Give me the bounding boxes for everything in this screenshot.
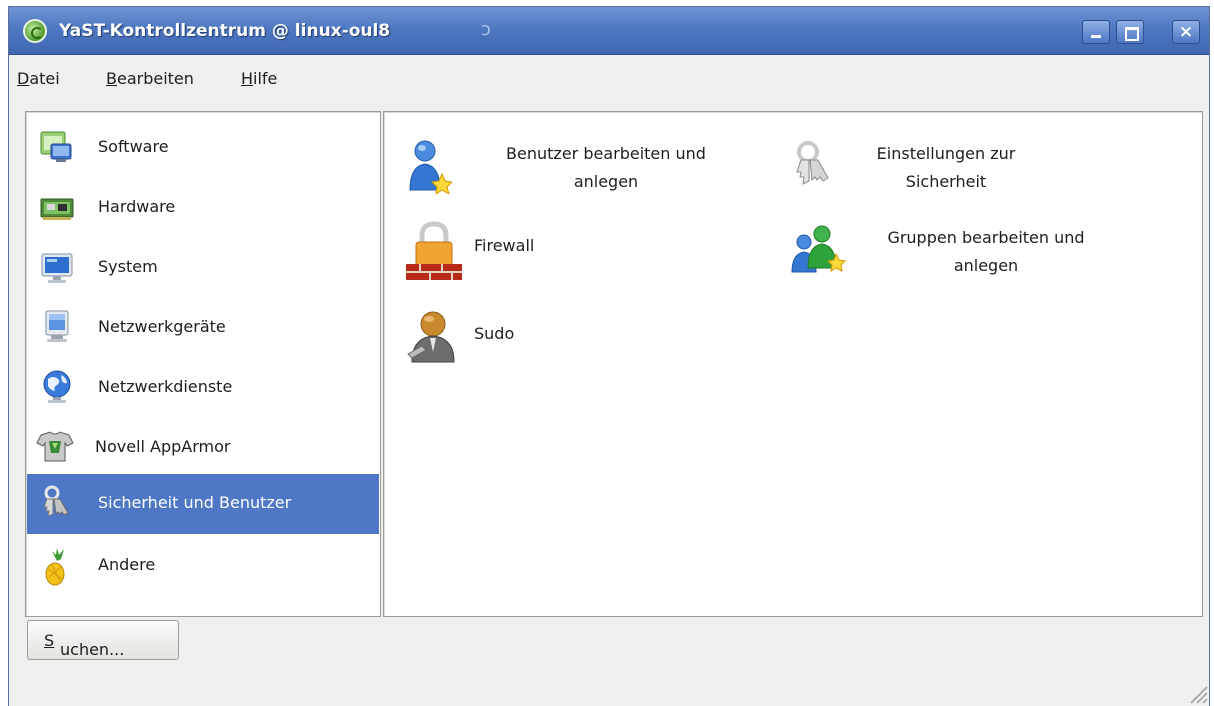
sidebar-item-label: Netzwerkgeräte — [98, 317, 226, 336]
menu-bearbeiten[interactable]: Bearbeiten — [106, 68, 194, 90]
sidebar-item-sicherheit-und-benutzer[interactable]: Sicherheit und Benutzer — [27, 474, 379, 534]
sidebar-item-netzwerkgeraete[interactable]: Netzwerkgeräte — [27, 298, 379, 356]
sidebar-item-andere[interactable]: Andere — [27, 536, 379, 594]
search-button[interactable]: Suchen... — [27, 620, 179, 660]
close-button[interactable]: × — [1172, 20, 1200, 44]
module-gruppen[interactable]: Gruppen bearbeiten und anlegen — [790, 224, 1150, 288]
module-label-line1: Firewall — [474, 236, 535, 255]
yast-logo-icon[interactable] — [23, 19, 47, 43]
apparmor-icon — [35, 429, 74, 465]
module-sudo[interactable]: Sudo — [406, 308, 606, 368]
module-benutzer[interactable]: Benutzer bearbeiten und anlegen — [408, 140, 748, 204]
module-firewall[interactable]: Firewall — [406, 220, 606, 286]
menu-hilfe[interactable]: Hilfe — [241, 68, 277, 90]
search-button-label: Suchen... — [44, 631, 125, 659]
sidebar-item-label: System — [98, 257, 158, 276]
module-label-line1: Benutzer bearbeiten und — [506, 144, 706, 163]
module-panel: Benutzer bearbeiten und anlegen Einstell… — [383, 111, 1203, 617]
module-label-line2: anlegen — [573, 172, 639, 191]
pineapple-icon — [39, 547, 75, 586]
keys-icon — [39, 485, 75, 521]
minimize-button[interactable] — [1082, 20, 1110, 44]
title-bar[interactable]: YaST-Kontrollzentrum @ linux-oul8 ↄ × — [9, 7, 1209, 55]
menu-datei[interactable]: Datei — [17, 68, 60, 90]
sidebar-item-netzwerkdienste[interactable]: Netzwerkdienste — [27, 358, 379, 416]
swirl-icon: ↄ — [481, 19, 491, 40]
group-add-icon — [790, 224, 847, 273]
maximize-button[interactable] — [1116, 20, 1144, 44]
security-keys-icon — [788, 140, 832, 185]
module-label-line2: anlegen — [953, 256, 1019, 275]
sidebar-item-label: Andere — [98, 555, 156, 574]
network-devices-icon — [39, 309, 75, 345]
hardware-icon — [39, 189, 75, 225]
yast-window: YaST-Kontrollzentrum @ linux-oul8 ↄ × Da… — [8, 6, 1210, 706]
sidebar-item-software[interactable]: Software — [27, 118, 379, 176]
module-sicherheit[interactable]: Einstellungen zur Sicherheit — [788, 140, 1088, 204]
firewall-lock-icon — [406, 220, 462, 280]
category-list[interactable]: Software Hardware System Netzwerkgeräte … — [25, 111, 381, 617]
software-icon — [39, 129, 75, 165]
sidebar-item-label: Hardware — [98, 197, 176, 216]
sidebar-item-label: Sicherheit und Benutzer — [98, 493, 292, 512]
system-icon — [39, 249, 75, 285]
module-label-line1: Einstellungen zur — [876, 144, 1016, 163]
sidebar-item-hardware[interactable]: Hardware — [27, 178, 379, 236]
module-label-line1: Sudo — [474, 324, 515, 343]
sidebar-item-apparmor[interactable]: Novell AppArmor — [27, 418, 379, 476]
sidebar-item-label: Software — [98, 137, 169, 156]
sidebar-item-label: Netzwerkdienste — [98, 377, 233, 396]
close-icon: × — [1178, 22, 1194, 42]
module-label-line2: Sicherheit — [905, 172, 987, 191]
sudo-icon — [406, 308, 455, 363]
sidebar-item-system[interactable]: System — [27, 238, 379, 296]
window-title: YaST-Kontrollzentrum @ linux-oul8 — [59, 21, 391, 41]
network-services-icon — [39, 369, 75, 405]
resize-grip-icon[interactable] — [1183, 669, 1209, 705]
module-label-line1: Gruppen bearbeiten und — [887, 228, 1085, 247]
sidebar-item-label: Novell AppArmor — [95, 437, 231, 456]
menu-bar: Datei Bearbeiten Hilfe — [9, 56, 1209, 100]
user-add-icon — [408, 140, 452, 194]
